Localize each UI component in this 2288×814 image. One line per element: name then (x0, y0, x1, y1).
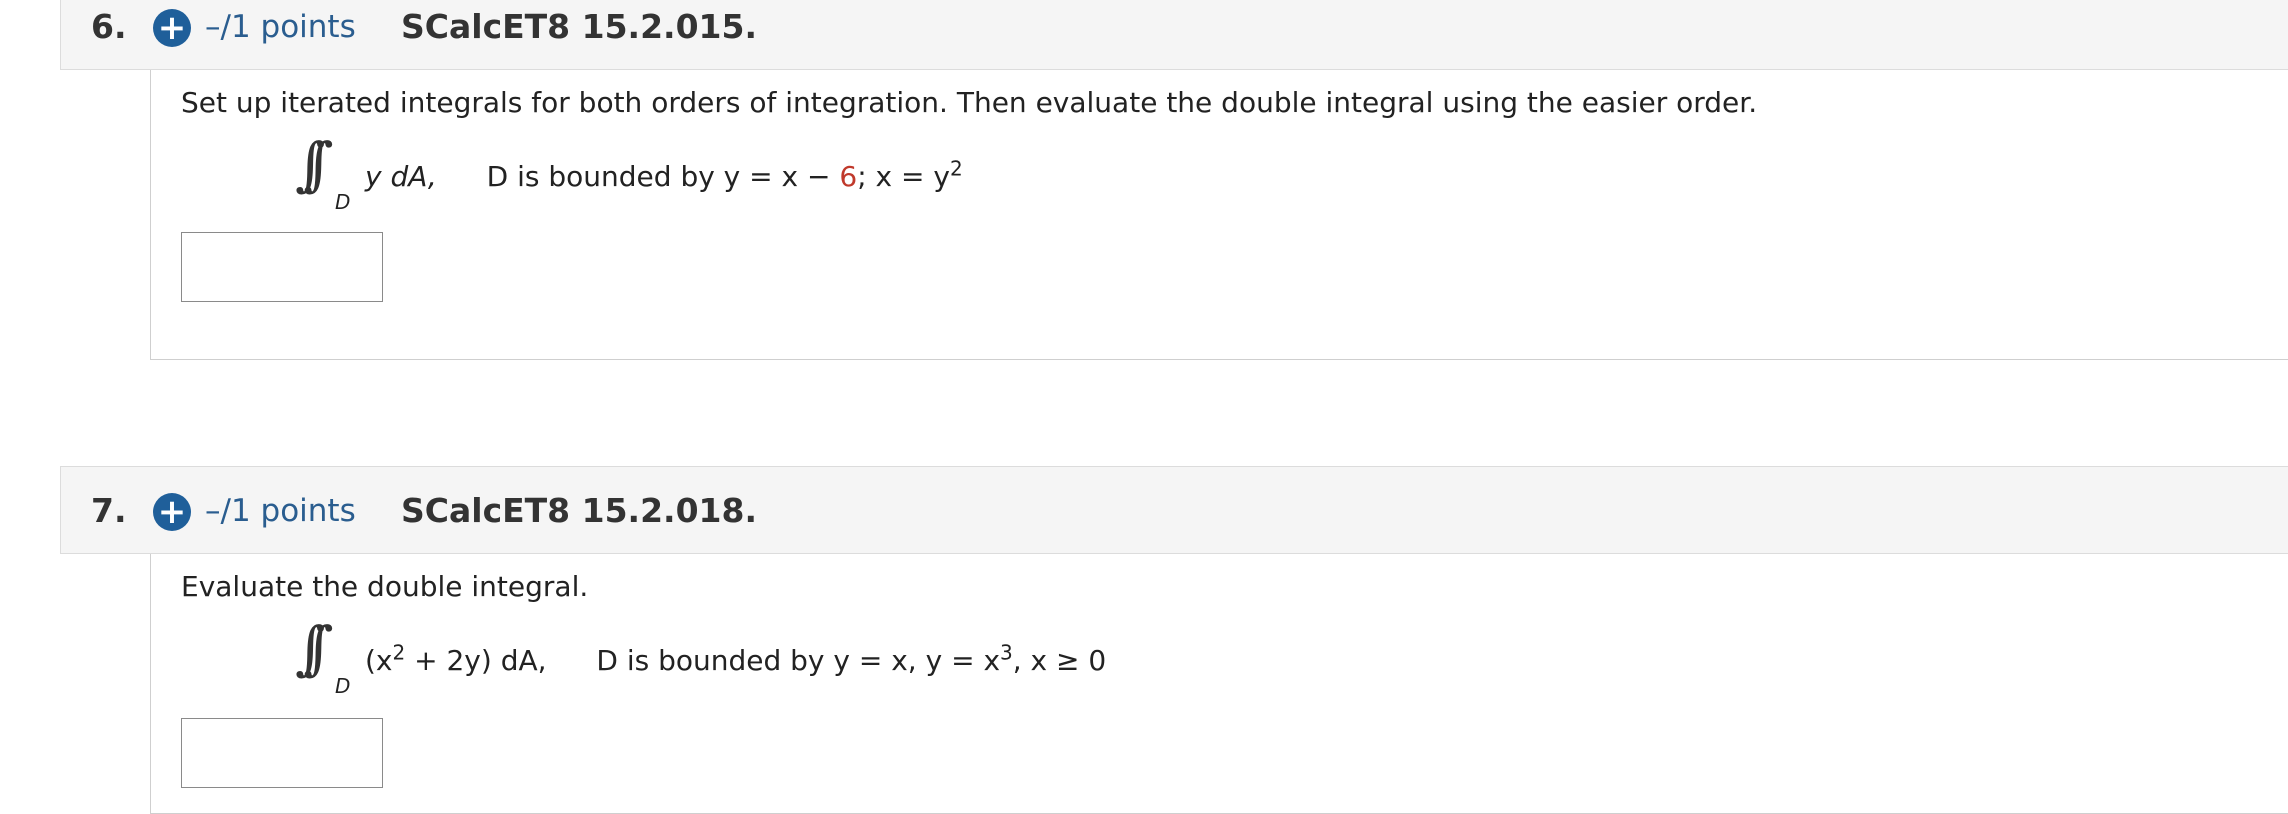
region-bounds-pre: D is bounded by y = x − (486, 160, 831, 193)
region-bounds-pre: D is bounded by y = x, y = x (596, 644, 1001, 677)
integrand-exponent: 2 (392, 640, 406, 665)
double-integral-icon: ∫∫ (295, 614, 334, 682)
answer-input[interactable] (181, 232, 383, 302)
region-bounds-post: ; x = y (857, 160, 950, 193)
plus-circle-icon[interactable]: + (153, 9, 191, 47)
region-subscript: D (335, 674, 351, 698)
question-6-body: Set up iterated integrals for both order… (150, 70, 2288, 360)
plus-circle-icon[interactable]: + (153, 493, 191, 531)
question-prompt: Evaluate the double integral. (181, 570, 589, 603)
question-number: 7. (91, 491, 127, 530)
double-integral-expression: ∫∫ D (x2 + 2y) dA, D is bounded by y = x… (295, 614, 1106, 704)
question-6-header: 6. + –/1 points SCalcET8 15.2.015. (60, 0, 2288, 70)
question-7-body: Evaluate the double integral. ∫∫ D (x2 +… (150, 554, 2288, 814)
question-prompt: Set up iterated integrals for both order… (181, 86, 1758, 119)
answer-input[interactable] (181, 718, 383, 788)
region-subscript: D (335, 190, 351, 214)
double-integral-icon: ∫∫ (295, 130, 334, 198)
double-integral-expression: ∫∫ D y dA, D is bounded by y = x − 6; x … (295, 130, 995, 220)
integrand: y dA, (365, 160, 437, 193)
points-link[interactable]: –/1 points (205, 467, 356, 555)
integrand-pre: (x (365, 644, 393, 677)
question-7-header: 7. + –/1 points SCalcET8 15.2.018. (60, 466, 2288, 554)
question-number: 6. (91, 7, 127, 46)
integral-formula: (x2 + 2y) dA, D is bounded by y = x, y =… (365, 640, 1107, 677)
region-bounds-post: , x ≥ 0 (1012, 644, 1107, 677)
region-bounds-value: 6 (839, 160, 858, 193)
integral-formula: y dA, D is bounded by y = x − 6; x = y2 (365, 156, 963, 193)
region-bounds-exponent: 3 (1000, 640, 1013, 665)
question-id: SCalcET8 15.2.015. (401, 7, 758, 46)
integrand-post: + 2y) dA, (405, 644, 547, 677)
question-id: SCalcET8 15.2.018. (401, 491, 758, 530)
region-bounds-exponent: 2 (949, 156, 963, 181)
points-link[interactable]: –/1 points (205, 0, 356, 71)
